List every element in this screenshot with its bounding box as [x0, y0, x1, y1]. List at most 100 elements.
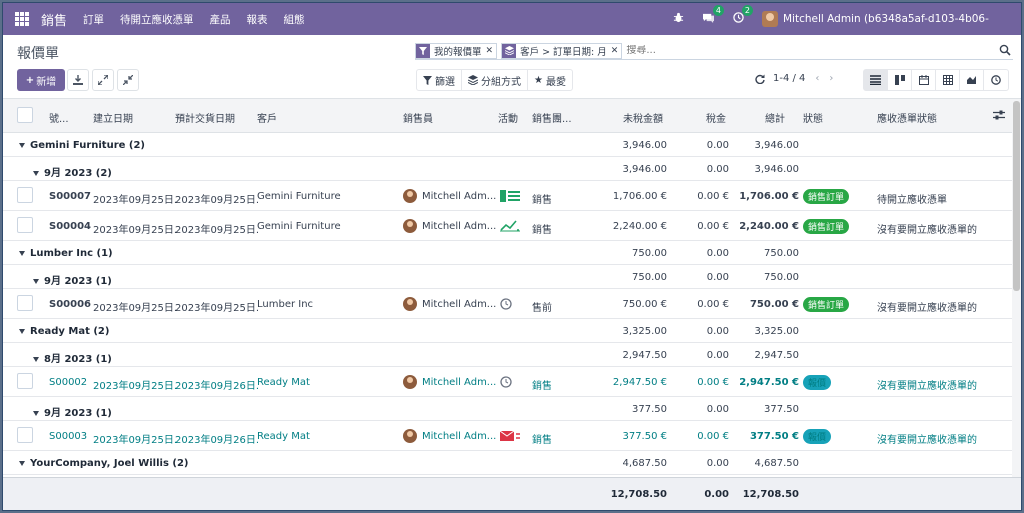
column-customer[interactable]: 客戶 — [257, 110, 277, 125]
table-row[interactable]: S00004 2023年09月25日. 2023年09月25日. Gemini Fur… — [3, 211, 1021, 241]
created-date: 2023年09月25日. — [93, 381, 178, 392]
chart-line-icon[interactable] — [500, 220, 520, 235]
salesperson[interactable]: Mitchell Adm... — [403, 219, 496, 233]
menu-orders[interactable]: 訂單 — [83, 12, 104, 27]
column-untaxed[interactable]: 未稅金額 — [623, 110, 663, 125]
table-row[interactable]: S00006 2023年09月25日. 2023年09月25日. Lumber Inc… — [3, 289, 1021, 319]
facet-groupby[interactable]: 客戶 > 訂單日期: 月 ✕ — [501, 42, 623, 59]
list-view-icon[interactable] — [864, 70, 888, 90]
group-row[interactable]: 9月 2023 (2) 3,946.00 0.00 3,946.00 — [3, 157, 1021, 181]
clock-icon[interactable] — [500, 376, 512, 391]
collapse-button[interactable] — [117, 69, 139, 91]
scrollbar[interactable] — [1012, 99, 1021, 479]
column-total[interactable]: 總計 — [765, 110, 785, 125]
salesperson[interactable]: Mitchell Adm... — [403, 297, 496, 311]
user-menu[interactable]: Mitchell Admin (b6348a5af-d103-4b06- — [783, 13, 1013, 25]
remove-facet-icon[interactable]: ✕ — [611, 46, 622, 56]
total-tax: 0.00 — [704, 489, 729, 500]
order-number[interactable]: S00004 — [49, 221, 91, 232]
untaxed-amount: 750.00 € — [622, 299, 667, 310]
column-activity[interactable]: 活動 — [498, 110, 518, 125]
group-row[interactable]: YourCompany, Joel Willis (2) 4,687.50 0.00… — [3, 451, 1021, 475]
group-label[interactable]: 8月 2023 (1) — [33, 350, 112, 365]
row-checkbox[interactable] — [17, 187, 33, 203]
group-label[interactable]: Lumber Inc (1) — [19, 248, 113, 259]
groupby-label: 分組方式 — [481, 76, 521, 88]
group-label[interactable]: Ready Mat (2) — [19, 326, 109, 337]
table-row[interactable]: S00002 2023年09月25日. 2023年09月26日. Ready Mat M… — [3, 367, 1021, 397]
column-settings-icon[interactable] — [993, 109, 1005, 124]
graph-view-icon[interactable] — [960, 70, 984, 90]
salesperson[interactable]: Mitchell Adm... — [403, 375, 496, 389]
kanban-view-icon[interactable] — [888, 70, 912, 90]
column-team[interactable]: 銷售團... — [532, 110, 572, 125]
group-row[interactable]: Ready Mat (2) 3,325.00 0.00 3,325.00 — [3, 319, 1021, 343]
groupby-button[interactable]: 分組方式 — [462, 70, 528, 90]
menu-products[interactable]: 產品 — [210, 12, 231, 27]
group-row[interactable]: 9月 2023 (1) 377.50 0.00 377.50 — [3, 397, 1021, 421]
search-bar[interactable]: 我的報價單 ✕ 客戶 > 訂單日期: 月 ✕ — [415, 42, 1013, 60]
order-number[interactable]: S00003 — [49, 431, 87, 442]
group-label[interactable]: Gemini Furniture (2) — [19, 140, 145, 151]
remove-facet-icon[interactable]: ✕ — [486, 46, 497, 56]
pager-value[interactable]: 1-4 / 4 — [773, 73, 805, 84]
chat-icon[interactable]: 4 — [702, 5, 724, 26]
expand-button[interactable] — [92, 69, 114, 91]
favorites-button[interactable]: ★ 最愛 — [528, 70, 572, 90]
row-checkbox[interactable] — [17, 427, 33, 443]
clock-icon[interactable] — [500, 298, 512, 313]
pager-previous-icon[interactable]: ‹ — [815, 73, 819, 84]
column-created[interactable]: 建立日期 — [93, 110, 133, 125]
created-date: 2023年09月25日. — [93, 225, 178, 236]
column-status[interactable]: 狀態 — [803, 110, 823, 125]
row-checkbox[interactable] — [17, 373, 33, 389]
activity-clock-icon[interactable]: 2 — [733, 5, 753, 26]
phone-list-icon[interactable] — [500, 190, 520, 205]
menu-reporting[interactable]: 報表 — [247, 12, 268, 27]
column-invoice-status[interactable]: 應收憑單狀態 — [877, 110, 937, 125]
apps-grid-icon[interactable] — [15, 12, 29, 26]
refresh-icon[interactable] — [755, 74, 765, 84]
user-avatar[interactable] — [762, 11, 778, 27]
table-row[interactable]: S00007 2023年09月25日. 2023年09月25日. Gemini Fur… — [3, 181, 1021, 211]
select-all-checkbox[interactable] — [17, 107, 33, 123]
app-name[interactable]: 銷售 — [41, 10, 67, 29]
group-label[interactable]: 9月 2023 (1) — [33, 272, 112, 287]
envelope-icon[interactable] — [499, 430, 520, 445]
column-expected[interactable]: 預計交貨日期 — [175, 110, 235, 125]
menu-configuration[interactable]: 組態 — [284, 12, 305, 27]
group-row[interactable]: Gemini Furniture (2) 3,946.00 0.00 3,946.00 — [3, 133, 1021, 157]
group-row[interactable]: Lumber Inc (1) 750.00 0.00 750.00 — [3, 241, 1021, 265]
filters-button[interactable]: 篩選 — [417, 70, 462, 90]
chat-count-badge: 4 — [712, 5, 724, 16]
order-number[interactable]: S00007 — [49, 191, 91, 202]
group-label[interactable]: 9月 2023 (1) — [33, 404, 112, 419]
column-salesperson[interactable]: 銷售員 — [403, 110, 433, 125]
order-number[interactable]: S00002 — [49, 377, 87, 388]
group-row[interactable]: 9月 2023 (1) 750.00 0.00 750.00 — [3, 265, 1021, 289]
table-row[interactable]: S00003 2023年09月25日. 2023年09月26日. Ready Mat M… — [3, 421, 1021, 451]
group-total: 3,325.00 — [754, 326, 799, 337]
order-number[interactable]: S00006 — [49, 299, 91, 310]
salesperson[interactable]: Mitchell Adm... — [403, 189, 496, 203]
search-input[interactable] — [626, 45, 1013, 56]
bug-icon[interactable] — [673, 12, 684, 26]
group-label[interactable]: YourCompany, Joel Willis (2) — [19, 458, 188, 469]
calendar-view-icon[interactable] — [912, 70, 936, 90]
download-button[interactable] — [67, 69, 89, 91]
menu-to-invoice[interactable]: 待開立應收憑單 — [120, 12, 194, 27]
group-row[interactable]: 8月 2023 (1) 2,947.50 0.00 2,947.50 — [3, 343, 1021, 367]
row-checkbox[interactable] — [17, 217, 33, 233]
group-label[interactable]: 9月 2023 (2) — [33, 164, 112, 179]
column-number[interactable]: 號... — [49, 110, 69, 125]
search-icon[interactable] — [999, 44, 1011, 56]
new-button[interactable]: + 新增 — [17, 69, 65, 91]
facet-my-quotations[interactable]: 我的報價單 ✕ — [415, 42, 498, 59]
column-tax[interactable]: 稅金 — [706, 110, 726, 125]
pager-next-icon[interactable]: › — [829, 73, 833, 84]
top-navbar: 銷售 訂單 待開立應收憑單 產品 報表 組態 4 2 Mitchell Admi… — [3, 3, 1021, 35]
row-checkbox[interactable] — [17, 295, 33, 311]
activity-view-icon[interactable] — [984, 70, 1008, 90]
pivot-view-icon[interactable] — [936, 70, 960, 90]
salesperson[interactable]: Mitchell Adm... — [403, 429, 496, 443]
